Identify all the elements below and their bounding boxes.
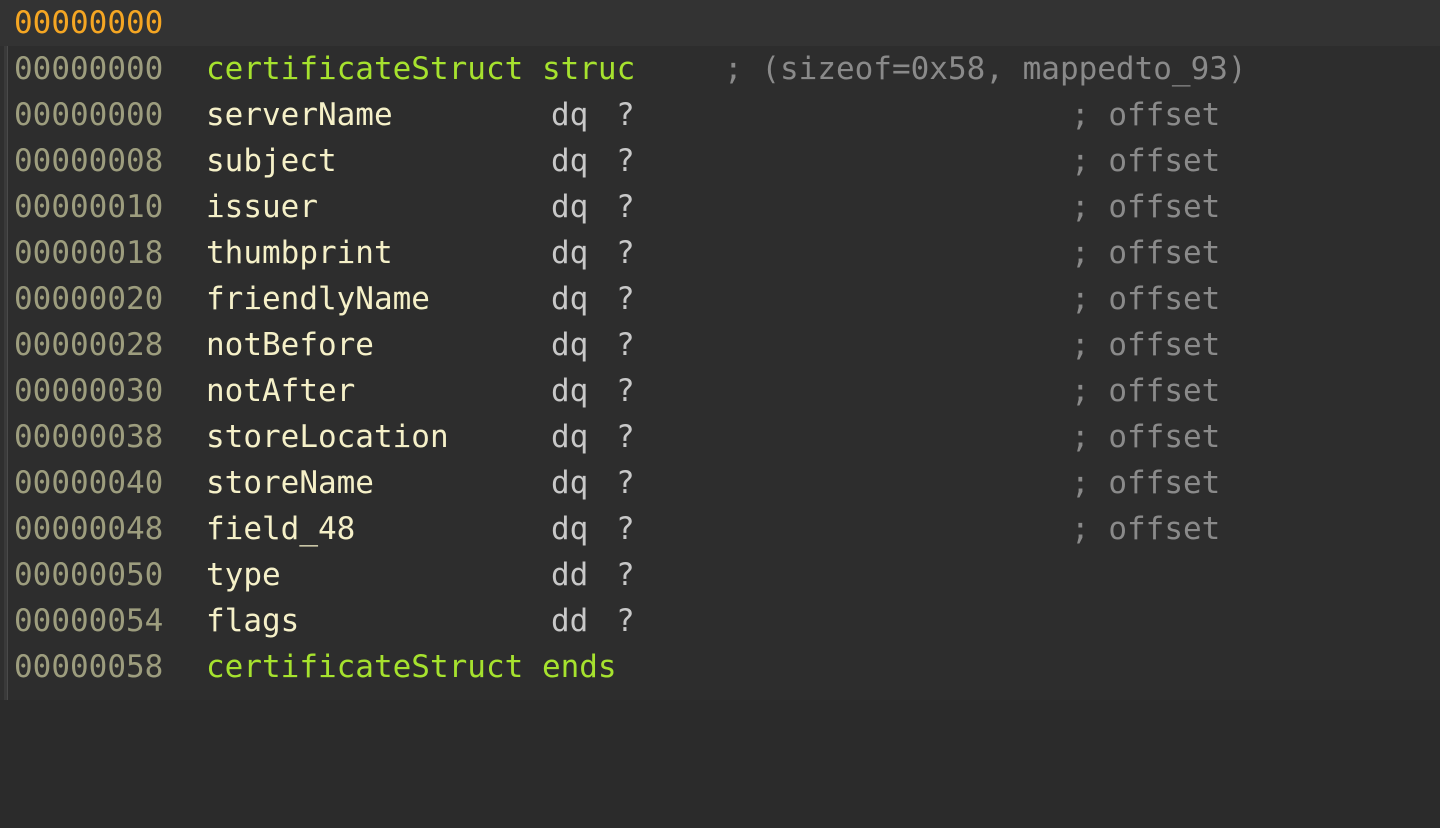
field-name[interactable]: flags [206,598,299,644]
struct-declaration-comment: ; (sizeof=0x58, mappedto_93) [724,51,1247,87]
struct-field-row[interactable]: 00000008 subject dq? ; offset [0,138,1440,184]
field-name[interactable]: issuer [206,184,318,230]
field-comment: ; offset [1071,419,1221,455]
field-name[interactable]: type [206,552,281,598]
struct-end-address: 00000058 [14,649,164,685]
field-address: 00000008 [14,143,164,179]
struct-field-row[interactable]: 00000038 storeLocation dq? ; offset [0,414,1440,460]
header-address-line[interactable]: 00000000 [0,0,1440,46]
field-type: dq [551,97,589,133]
field-address: 00000050 [14,557,164,593]
field-address: 00000030 [14,373,164,409]
field-type: dd [551,603,589,639]
field-value: ? [616,281,635,317]
struct-field-row[interactable]: 00000030 notAfter dq? ; offset [0,368,1440,414]
field-value: ? [616,143,635,179]
field-value: ? [616,373,635,409]
field-comment: ; offset [1071,465,1221,501]
field-name[interactable]: notBefore [206,322,374,368]
field-value: ? [616,511,635,547]
struct-field-row[interactable]: 00000018 thumbprint dq? ; offset [0,230,1440,276]
field-name[interactable]: notAfter [206,368,355,414]
field-value: ? [616,603,635,639]
field-address: 00000000 [14,97,164,133]
struct-field-row[interactable]: 00000000 serverName dq? ; offset [0,92,1440,138]
field-value: ? [616,557,635,593]
header-address: 00000000 [14,5,164,41]
struct-declaration-text[interactable]: certificateStruct struc [206,46,635,92]
struct-field-row[interactable]: 00000028 notBefore dq? ; offset [0,322,1440,368]
field-value: ? [616,189,635,225]
field-name[interactable]: storeLocation [206,414,449,460]
field-address: 00000038 [14,419,164,455]
field-address: 00000020 [14,281,164,317]
struct-field-row[interactable]: 00000040 storeName dq? ; offset [0,460,1440,506]
field-name[interactable]: thumbprint [206,230,393,276]
field-comment: ; offset [1071,327,1221,363]
field-address: 00000040 [14,465,164,501]
struct-field-row[interactable]: 00000050 type dd? [0,552,1440,598]
field-comment: ; offset [1071,143,1221,179]
field-type: dq [551,327,589,363]
field-address: 00000010 [14,189,164,225]
field-type: dq [551,143,589,179]
field-comment: ; offset [1071,97,1221,133]
field-address: 00000048 [14,511,164,547]
field-type: dq [551,373,589,409]
field-comment: ; offset [1071,373,1221,409]
field-name[interactable]: serverName [206,92,393,138]
field-name[interactable]: storeName [206,460,374,506]
field-comment: ; offset [1071,235,1221,271]
field-comment: ; offset [1071,189,1221,225]
field-type: dq [551,465,589,501]
field-type: dd [551,557,589,593]
field-name[interactable]: friendlyName [206,276,430,322]
struct-field-row[interactable]: 00000048 field_48 dq? ; offset [0,506,1440,552]
field-comment: ; offset [1071,281,1221,317]
field-type: dq [551,189,589,225]
struct-field-row[interactable]: 00000054 flags dd? [0,598,1440,644]
field-type: dq [551,235,589,271]
structure-view[interactable]: 00000000 00000000 certificateStruct stru… [0,0,1440,700]
field-value: ? [616,97,635,133]
struct-field-row[interactable]: 00000010 issuer dq? ; offset [0,184,1440,230]
struct-end-line[interactable]: 00000058 certificateStruct ends [0,644,1440,690]
field-value: ? [616,465,635,501]
field-name[interactable]: subject [206,138,337,184]
field-type: dq [551,419,589,455]
field-address: 00000028 [14,327,164,363]
struct-line-list: 00000000 00000000 certificateStruct stru… [0,0,1440,700]
field-value: ? [616,419,635,455]
field-comment: ; offset [1071,511,1221,547]
field-type: dq [551,281,589,317]
field-address: 00000054 [14,603,164,639]
field-address: 00000018 [14,235,164,271]
struct-declaration-line[interactable]: 00000000 certificateStruct struc ; (size… [0,46,1440,92]
field-value: ? [616,327,635,363]
field-name[interactable]: field_48 [206,506,355,552]
struct-end-text[interactable]: certificateStruct ends [206,644,617,690]
field-value: ? [616,235,635,271]
struct-declaration-address: 00000000 [14,51,164,87]
field-type: dq [551,511,589,547]
struct-field-row[interactable]: 00000020 friendlyName dq? ; offset [0,276,1440,322]
